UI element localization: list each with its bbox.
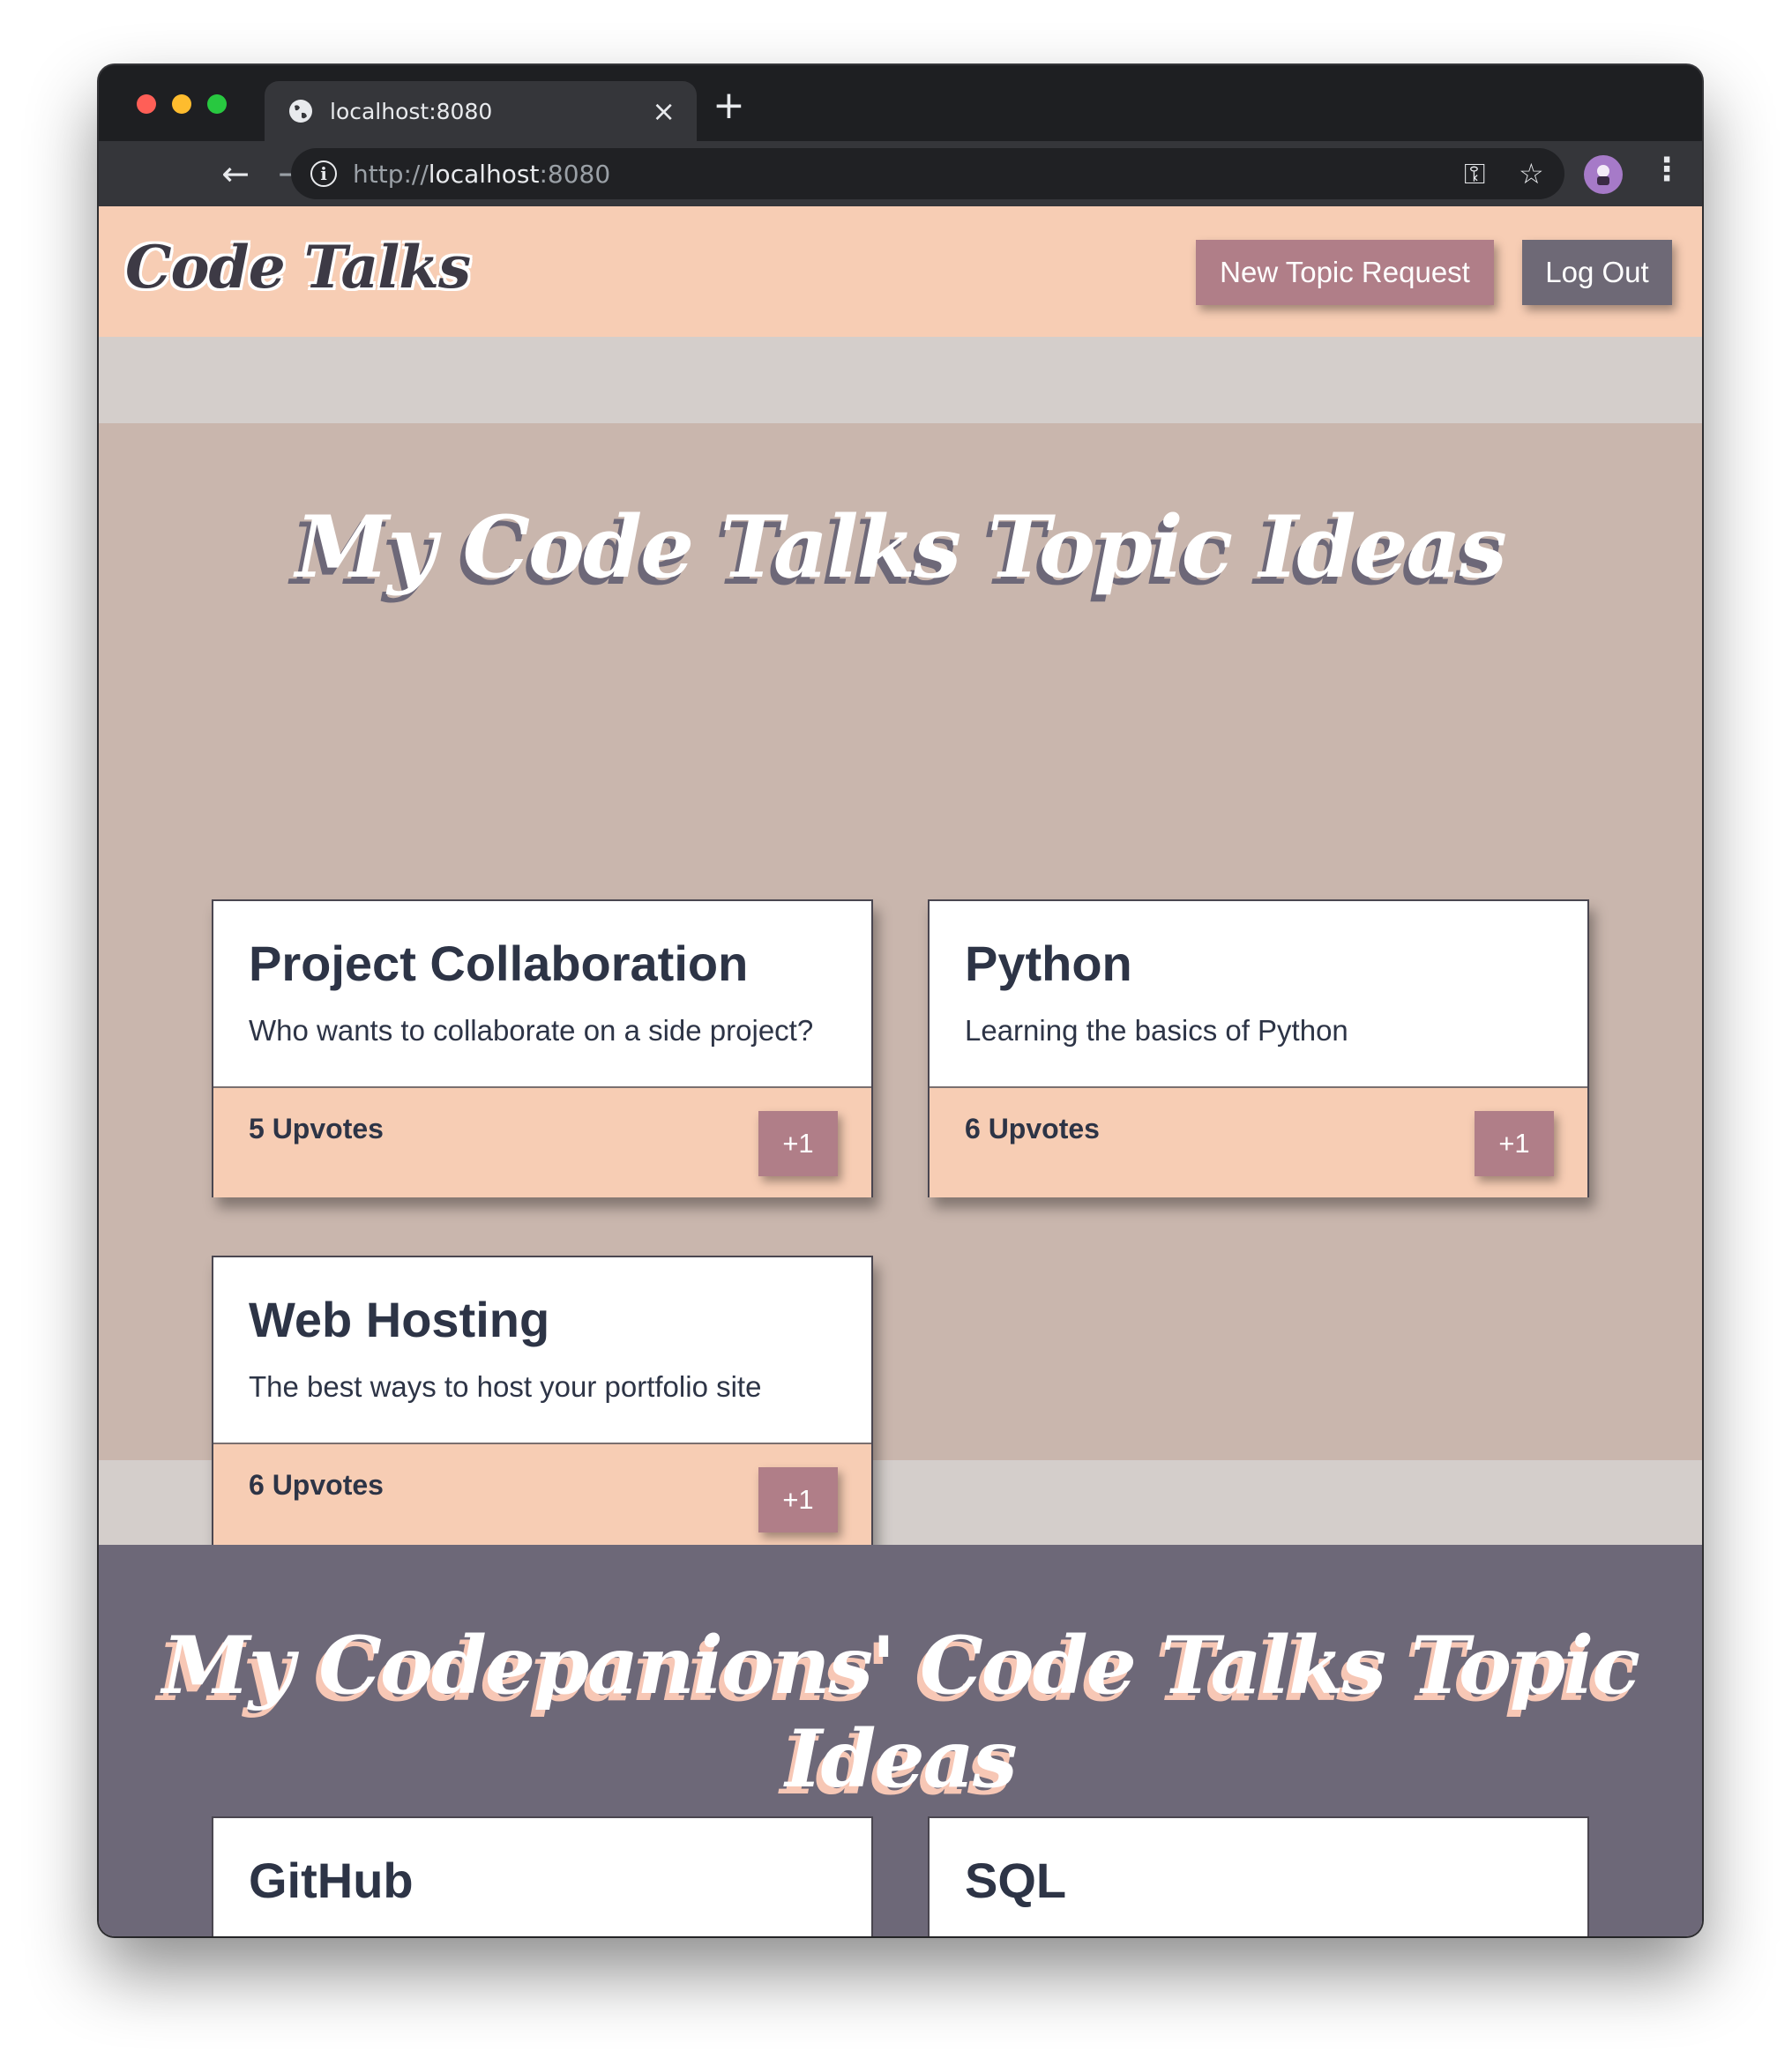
- companion-topics-title: My Codepanions' Code Talks Topic Ideas: [162, 1619, 1640, 1806]
- topic-card: Project Collaboration Who wants to colla…: [212, 899, 873, 1197]
- topic-title: SQL: [965, 1853, 1067, 1908]
- upvote-button[interactable]: +1: [758, 1111, 838, 1176]
- profile-avatar-icon: [1597, 165, 1609, 185]
- profile-avatar[interactable]: [1584, 155, 1623, 194]
- topic-card: Python Learning the basics of Python 6 U…: [928, 899, 1589, 1197]
- key-icon[interactable]: ⚿: [1464, 157, 1485, 191]
- topic-card: Web Hosting The best ways to host your p…: [212, 1256, 873, 1554]
- topic-title: GitHub: [249, 1853, 414, 1908]
- back-icon[interactable]: ←: [213, 152, 258, 196]
- my-topics-section: My Code Talks Topic Ideas Project Collab…: [99, 423, 1702, 1554]
- upvote-button[interactable]: +1: [1475, 1111, 1554, 1176]
- tab-title: localhost:8080: [330, 98, 493, 124]
- my-topics-title: My Code Talks Topic Ideas: [295, 497, 1507, 597]
- new-tab-button[interactable]: +: [713, 86, 745, 125]
- topic-description: The best ways to host your portfolio sit…: [249, 1370, 762, 1403]
- site-logo[interactable]: Code Talks: [125, 233, 471, 302]
- info-icon[interactable]: i: [310, 160, 337, 187]
- topic-description: Learning the basics of Python: [965, 1014, 1348, 1047]
- log-out-button[interactable]: Log Out: [1522, 240, 1672, 305]
- url-port: :8080: [539, 159, 611, 189]
- browser-window: localhost:8080 × + ← → ↻ i http://localh…: [99, 65, 1702, 1936]
- page-content: Code Talks New Topic Request Log Out My …: [99, 206, 1702, 1936]
- upvote-button[interactable]: +1: [758, 1467, 838, 1532]
- topic-description: Who wants to collaborate on a side proje…: [249, 1014, 814, 1047]
- topic-title: Python: [965, 936, 1132, 991]
- tab-strip: localhost:8080 × +: [99, 65, 1702, 141]
- site-header: Code Talks New Topic Request Log Out: [99, 206, 1702, 337]
- globe-icon: [289, 100, 312, 123]
- companion-topic-card: SQL: [928, 1816, 1589, 1936]
- upvote-count: 6 Upvotes: [249, 1469, 384, 1501]
- zoom-window-button[interactable]: [207, 94, 227, 114]
- topic-footer: 5 Upvotes +1: [213, 1086, 871, 1197]
- minimize-window-button[interactable]: [172, 94, 191, 114]
- browser-menu-icon[interactable]: ⋮: [1651, 152, 1683, 188]
- topic-footer: 6 Upvotes +1: [930, 1086, 1587, 1197]
- topic-title: Project Collaboration: [249, 936, 749, 991]
- url-scheme: http://: [353, 159, 429, 189]
- companion-topics-section: My Codepanions' Code Talks Topic Ideas G…: [99, 1545, 1702, 1936]
- upvote-count: 5 Upvotes: [249, 1113, 384, 1145]
- topic-title: Web Hosting: [249, 1292, 550, 1347]
- address-bar[interactable]: i http://localhost:8080 ⚿ ☆: [291, 148, 1564, 199]
- upvote-count: 6 Upvotes: [965, 1113, 1100, 1145]
- window-controls: [137, 94, 227, 114]
- companion-topic-card: GitHub: [212, 1816, 873, 1936]
- topic-footer: 6 Upvotes +1: [213, 1443, 871, 1554]
- close-tab-icon[interactable]: ×: [652, 95, 676, 127]
- browser-toolbar: ← → ↻ i http://localhost:8080 ⚿ ☆ ⋮: [99, 141, 1702, 206]
- url-host: localhost: [428, 159, 540, 189]
- tab-active[interactable]: localhost:8080 ×: [265, 81, 697, 141]
- close-window-button[interactable]: [137, 94, 156, 114]
- star-icon[interactable]: ☆: [1519, 157, 1544, 190]
- new-topic-request-button[interactable]: New Topic Request: [1196, 240, 1494, 305]
